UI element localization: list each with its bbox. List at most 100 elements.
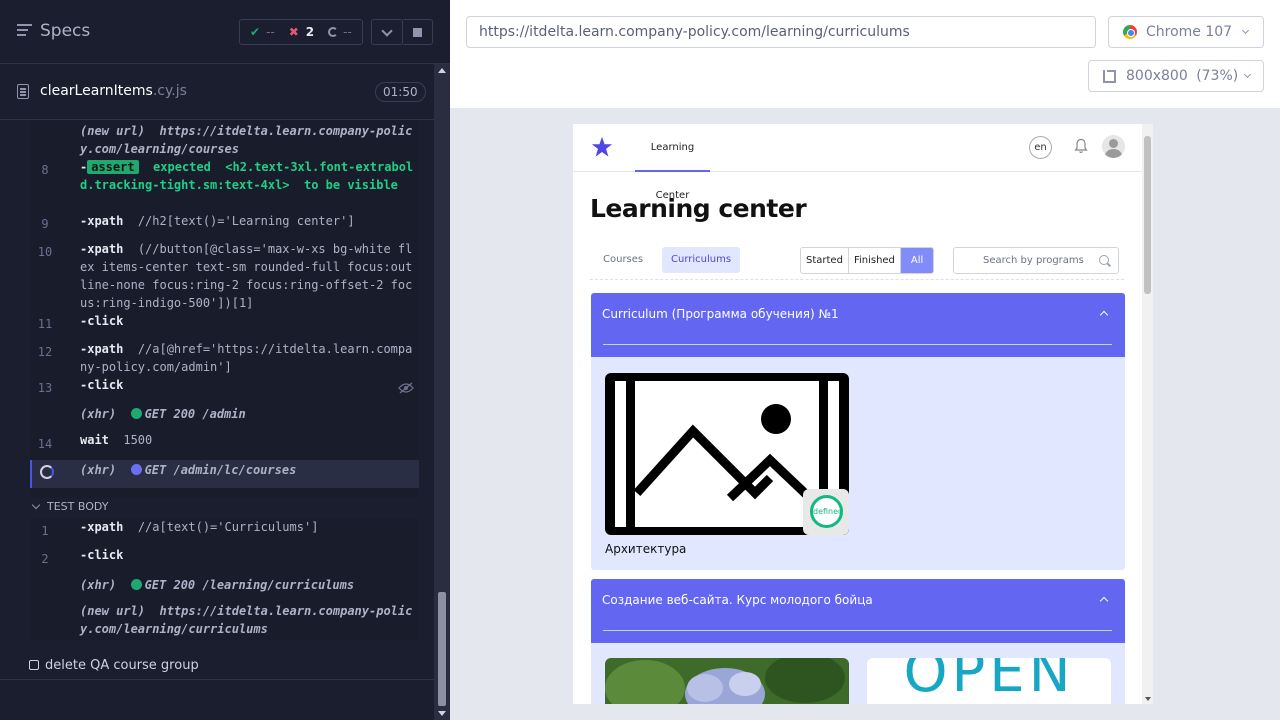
chevron-up-icon[interactable] [1099,596,1109,606]
command-row[interactable]: -xpath //a[text()='Curriculums'] [80,518,414,536]
status-filter-group: Started Finished All [800,247,935,274]
line-number: 9 [41,217,49,231]
course-image-text: OPEN [903,658,1075,704]
user-avatar[interactable] [1102,135,1125,158]
chrome-icon [1123,25,1137,39]
command-row[interactable]: -click [80,312,414,330]
specs-title[interactable]: Specs [40,21,90,41]
course-image [605,658,849,704]
spinner-icon [40,465,54,479]
menu-icon[interactable] [17,24,32,38]
page-title: Learning center [590,194,807,223]
x-icon: ✖ [288,25,299,39]
app-frame: Learning Center en Learning center Cours… [573,124,1153,704]
line-number: 13 [37,381,53,395]
search-input[interactable]: Search by programs [953,247,1119,274]
check-icon: ✔ [250,25,261,39]
spec-extension: .cy.js [152,83,187,99]
command-row[interactable]: (new url) https://itdelta.learn.company-… [80,122,414,158]
star-logo-icon[interactable] [591,136,613,158]
spec-filename: clearLearnItems.cy.js [40,83,187,99]
test-status-icon [29,660,39,670]
scroll-up-icon[interactable] [438,68,446,73]
chevron-up-icon[interactable] [1099,310,1109,320]
command-row[interactable]: (xhr) GET /admin/lc/courses [80,461,414,479]
tab-courses[interactable]: Courses [594,247,652,273]
filter-all[interactable]: All [900,248,934,273]
app-scrollbar[interactable] [1142,124,1153,704]
test-body-header[interactable]: TEST BODY [30,496,419,518]
curriculum-title: Создание веб-сайта. Курс молодого бойца [602,593,873,607]
pending-count: -- [343,25,352,39]
chevron-down-icon [1241,26,1250,35]
course-status-badge: defined [803,489,849,535]
command-log: (new url) https://itdelta.learn.company-… [0,120,434,720]
browser-selector[interactable]: Chrome 107 [1108,16,1264,48]
scroll-thumb[interactable] [1144,136,1151,294]
spec-name: clearLearnItems [40,83,153,99]
course-card[interactable]: OPEN [867,658,1111,704]
aut-header: https://itdelta.learn.company-policy.com… [450,0,1280,108]
status-dot [130,408,142,419]
line-number: 10 [37,245,53,259]
nav-learning-center[interactable]: Learning Center [635,124,710,201]
command-row[interactable]: (xhr) GET 200 /learning/curriculums [80,576,414,594]
reporter-scrollbar[interactable] [434,64,450,720]
chevron-down-icon [1243,70,1252,79]
language-button[interactable]: en [1029,136,1052,159]
command-row[interactable]: -xpath //h2[text()='Learning center'] [80,212,414,230]
filter-finished[interactable]: Finished [849,248,901,273]
scroll-down-icon[interactable] [438,711,446,716]
course-card[interactable] [605,658,849,704]
failed-count: 2 [305,25,315,39]
eye-slash-icon[interactable] [398,382,414,394]
course-title[interactable]: Архитектура [605,542,686,556]
bell-icon[interactable] [1074,138,1088,154]
line-number: 11 [37,317,53,331]
curriculum-header[interactable]: Создание веб-сайта. Курс молодого бойца [591,579,1125,643]
command-row[interactable]: - assert expected <h2.text-3xl.font-extra… [80,158,414,194]
line-number: 8 [41,163,49,177]
chevron-down-button[interactable] [371,19,403,45]
reporter-header: Specs ✔ -- ✖ 2 -- [0,0,450,64]
curriculum-title: Curriculum (Программа обучения) №1 [602,307,839,321]
file-icon [17,84,29,99]
command-row[interactable]: (new url) https://itdelta.learn.company-… [80,602,414,638]
filter-bar: Courses Curriculums Started Finished All… [590,244,1124,280]
stop-button[interactable] [403,19,433,45]
command-row[interactable]: -xpath (//button[@class='max-w-xs bg-whi… [80,240,414,312]
curriculum-header[interactable]: Curriculum (Программа обучения) №1 [591,293,1125,357]
scroll-down-icon[interactable] [1145,697,1151,701]
url-bar[interactable]: https://itdelta.learn.company-policy.com… [466,16,1096,48]
curriculum-body: defined Архитектура [591,357,1125,570]
assert-tag: assert [87,160,139,174]
scroll-thumb[interactable] [438,592,446,706]
command-row[interactable]: wait 1500 [80,431,414,449]
line-number: 2 [41,552,49,566]
ruler-icon [1103,70,1116,83]
command-row[interactable]: -click [80,546,414,564]
divider [0,679,434,680]
line-number: 14 [37,437,53,451]
command-row[interactable]: -click [80,376,414,394]
filter-started[interactable]: Started [801,248,849,273]
divider [603,630,1112,631]
line-number: 12 [37,345,53,359]
status-dot [130,579,142,590]
spec-file-row[interactable]: clearLearnItems.cy.js 01:50 [0,64,434,120]
test-item[interactable]: delete QA course group [29,658,199,673]
curriculum-body: OPEN [591,643,1125,704]
command-row[interactable]: -xpath //a[@href='https://itdelta.learn.… [80,340,414,376]
line-number: 1 [41,524,49,538]
test-stats: ✔ -- ✖ 2 -- [239,19,363,45]
course-card[interactable]: defined [605,373,849,535]
search-icon [1099,255,1109,265]
command-row[interactable]: (xhr) GET 200 /admin [80,405,414,423]
app-navbar: Learning Center en [573,124,1142,201]
status-dot [130,464,142,475]
viewport-selector[interactable]: 800x800 (73%) [1088,60,1264,92]
spec-duration: 01:50 [375,82,426,102]
pending-icon [328,27,339,37]
divider [603,344,1112,345]
tab-curriculums[interactable]: Curriculums [662,247,741,273]
